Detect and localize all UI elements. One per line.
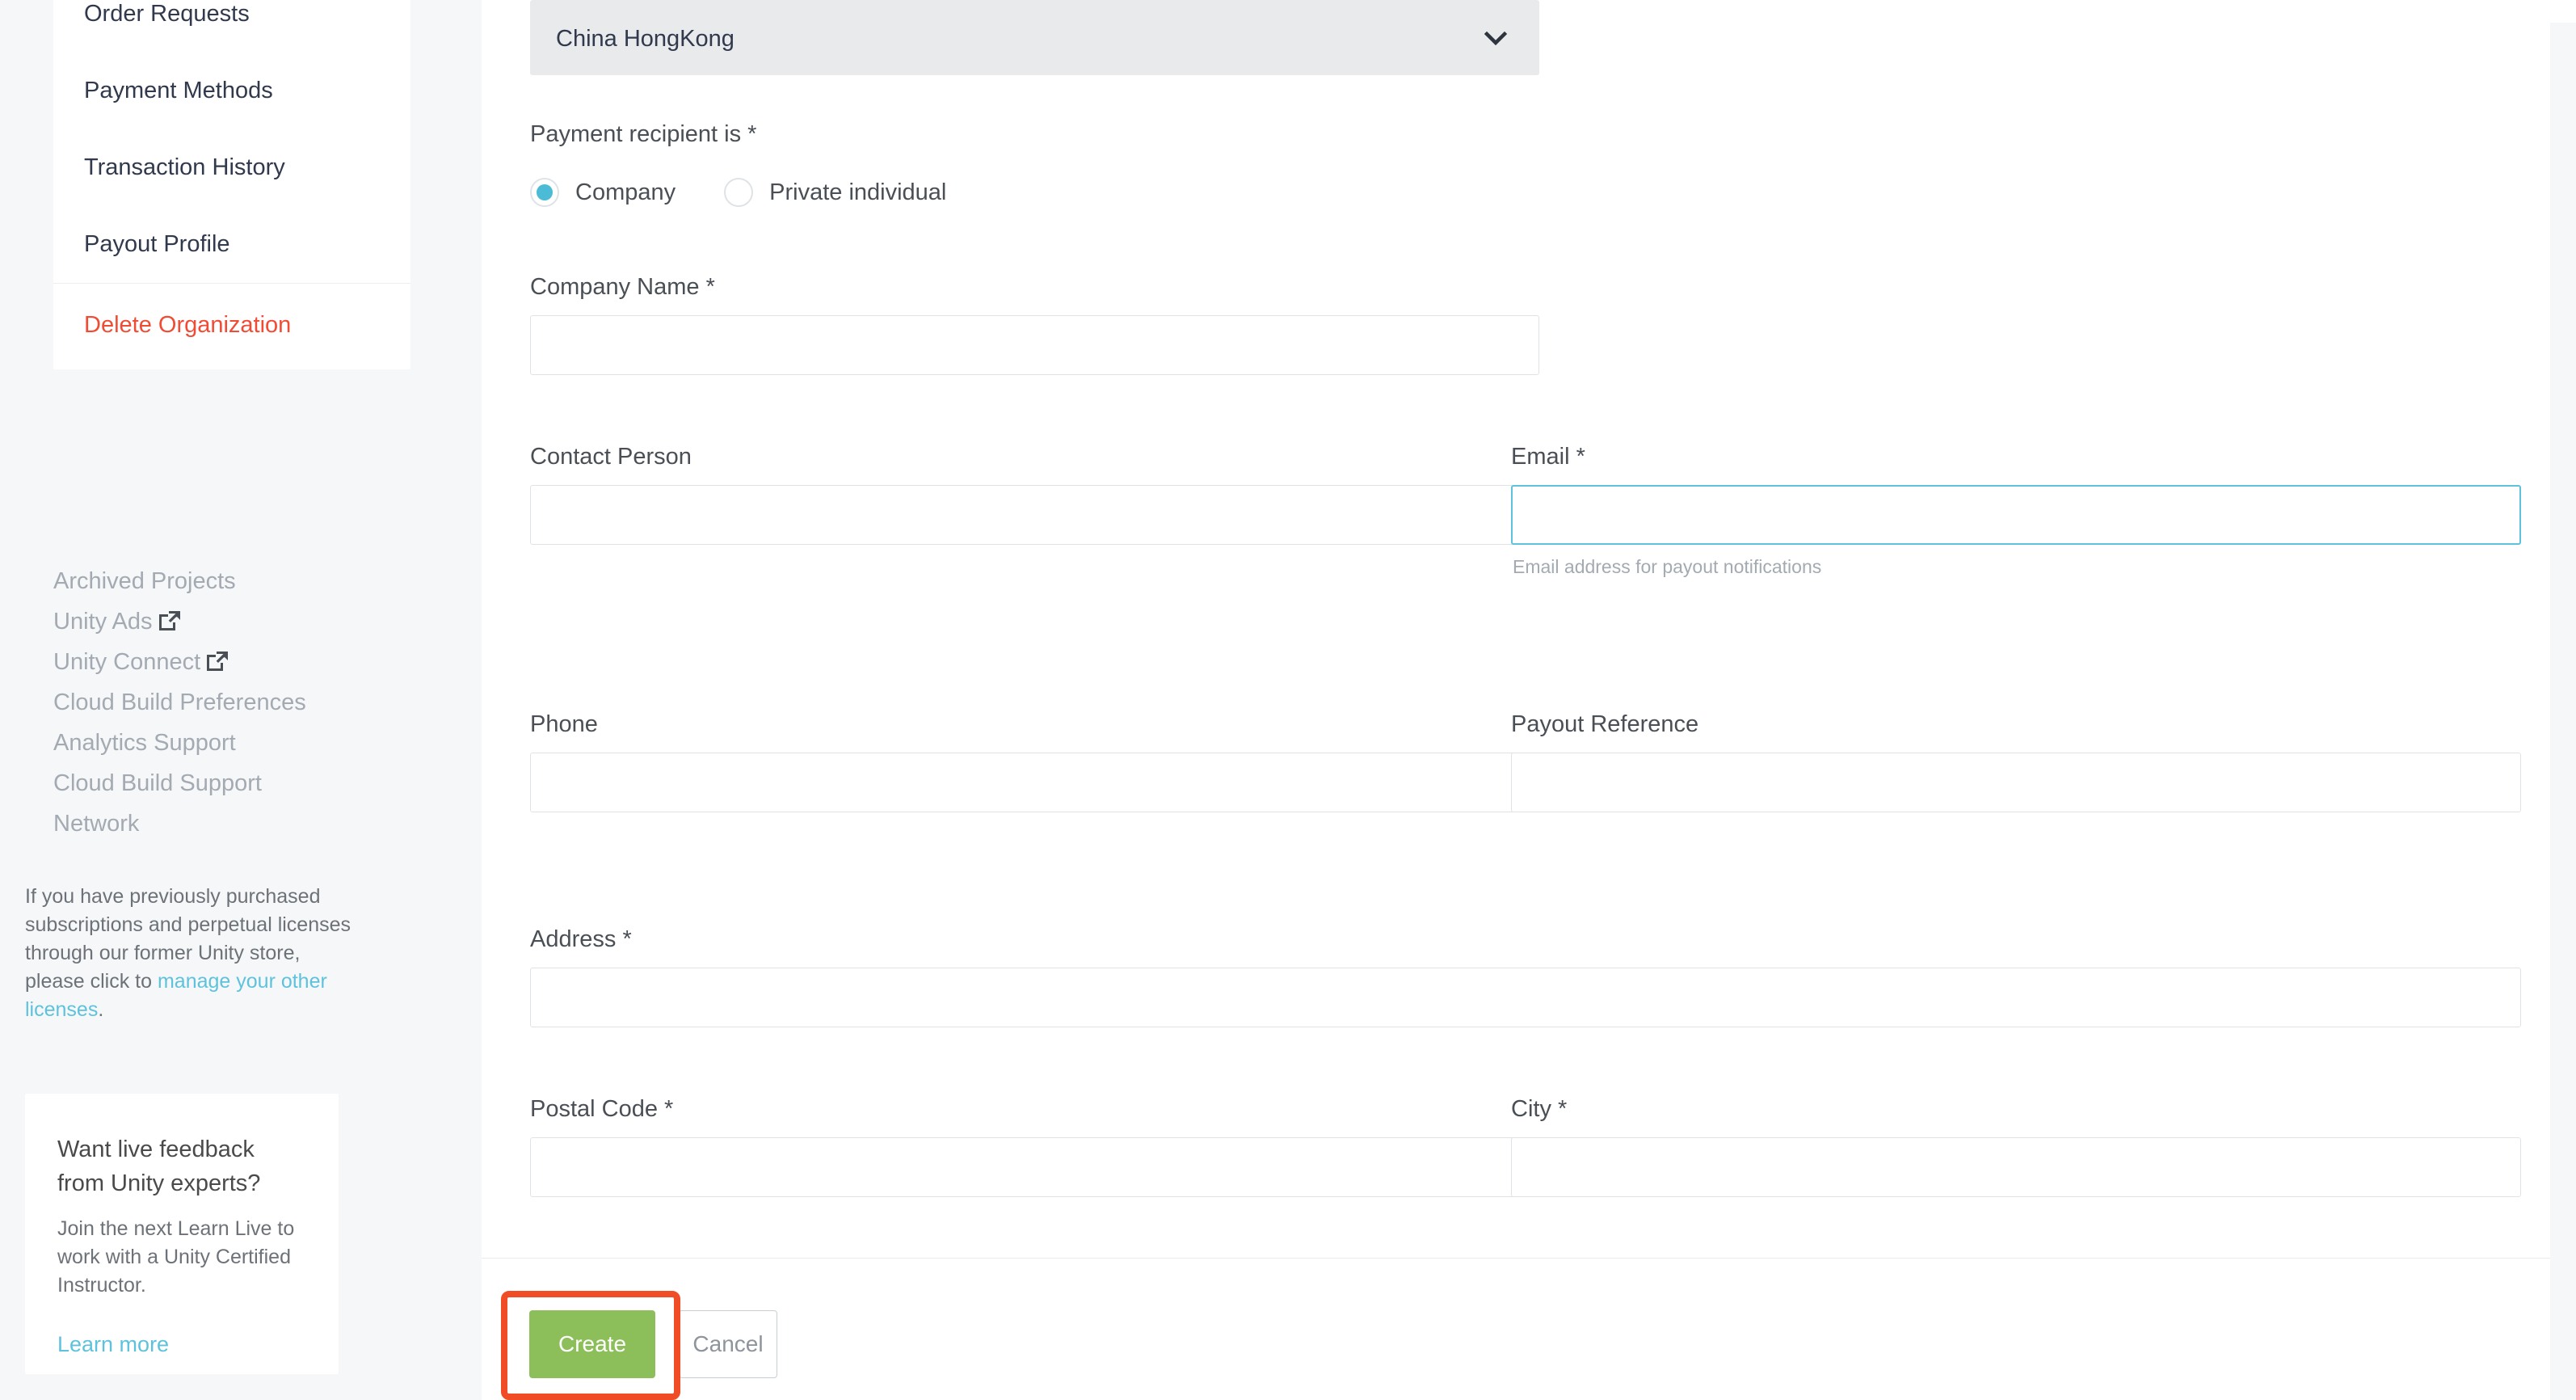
- city-input[interactable]: [1511, 1137, 2521, 1197]
- radio-option-company[interactable]: Company: [530, 178, 676, 207]
- sidebar-link-analytics-support[interactable]: Analytics Support: [53, 723, 425, 763]
- create-button[interactable]: Create: [529, 1310, 655, 1378]
- address-label: Address *: [530, 926, 632, 952]
- promo-body: Join the next Learn Live to work with a …: [57, 1217, 295, 1297]
- radio-option-private-individual[interactable]: Private individual: [724, 178, 946, 207]
- email-helper-text: Email address for payout notifications: [1513, 556, 1822, 577]
- radio-private-individual-indicator[interactable]: [724, 178, 754, 207]
- payment-recipient-radio-group: Company Private individual: [530, 178, 995, 207]
- payout-profile-form: China HongKong Payment recipient is * Co…: [482, 0, 2550, 1258]
- payment-recipient-label: Payment recipient is *: [530, 121, 757, 147]
- contact-person-label: Contact Person: [530, 444, 692, 470]
- learn-live-promo-card: Want live feedback from Unity experts? J…: [25, 1094, 339, 1374]
- company-name-label: Company Name *: [530, 274, 715, 300]
- postal-code-label: Postal Code *: [530, 1096, 674, 1122]
- page-root: Asset Store Credit Asset Management Orde…: [0, 0, 2576, 1400]
- sidebar-item-payment-methods[interactable]: Payment Methods: [53, 53, 410, 129]
- sidebar-link-label: Cloud Build Preferences: [53, 689, 306, 715]
- legacy-licenses-note: If you have previously purchased subscri…: [25, 883, 364, 1024]
- email-label: Email *: [1511, 444, 1585, 470]
- sidebar-link-cloud-build-support[interactable]: Cloud Build Support: [53, 763, 425, 803]
- company-name-input[interactable]: [530, 315, 1539, 375]
- payout-reference-input[interactable]: [1511, 753, 2521, 812]
- radio-company-indicator[interactable]: [530, 178, 559, 207]
- payout-profile-panel: China HongKong Payment recipient is * Co…: [482, 0, 2550, 1400]
- sidebar-link-archived-projects[interactable]: Archived Projects: [53, 561, 425, 601]
- sidebar-item-transaction-history[interactable]: Transaction History: [53, 129, 410, 206]
- postal-code-input[interactable]: [530, 1137, 1539, 1197]
- email-input[interactable]: [1511, 485, 2521, 545]
- sidebar-link-label: Unity Ads: [53, 609, 153, 635]
- org-nav-card: Asset Store Credit Asset Management Orde…: [53, 0, 410, 369]
- sidebar-link-unity-ads[interactable]: Unity Ads: [53, 601, 425, 642]
- legacy-note-period: .: [98, 998, 104, 1021]
- country-select-value: China HongKong: [556, 26, 734, 52]
- payout-reference-label: Payout Reference: [1511, 711, 1699, 737]
- address-input[interactable]: [530, 968, 2521, 1027]
- form-footer: [482, 1259, 2550, 1400]
- sidebar-link-label: Analytics Support: [53, 730, 236, 756]
- sidebar-link-label: Cloud Build Support: [53, 770, 262, 796]
- sidebar-link-label: Unity Connect: [53, 649, 201, 675]
- sidebar-link-label: Network: [53, 811, 140, 837]
- phone-input[interactable]: [530, 753, 1539, 812]
- contact-person-input[interactable]: [530, 485, 1539, 545]
- sidebar-item-order-requests[interactable]: Order Requests: [53, 0, 410, 53]
- cancel-button[interactable]: Cancel: [679, 1310, 777, 1378]
- phone-label: Phone: [530, 711, 598, 737]
- city-label: City *: [1511, 1096, 1568, 1122]
- sidebar-item-payout-profile[interactable]: Payout Profile: [53, 206, 410, 283]
- sidebar-link-cloud-build-preferences[interactable]: Cloud Build Preferences: [53, 682, 425, 723]
- sidebar-link-network[interactable]: Network: [53, 803, 425, 844]
- sidebar: Asset Store Credit Asset Management Orde…: [0, 0, 482, 1400]
- sidebar-secondary-links: Archived Projects Unity Ads Unity Connec…: [53, 561, 425, 844]
- sidebar-link-unity-connect[interactable]: Unity Connect: [53, 642, 425, 682]
- country-select[interactable]: China HongKong: [530, 0, 1539, 75]
- sidebar-item-delete-organization[interactable]: Delete Organization: [53, 284, 410, 369]
- chevron-down-icon: [1481, 24, 1510, 53]
- external-link-icon: [158, 611, 180, 630]
- sidebar-link-label: Archived Projects: [53, 568, 236, 594]
- promo-learn-more-link[interactable]: Learn more: [57, 1334, 169, 1356]
- radio-private-individual-label: Private individual: [769, 179, 947, 205]
- radio-company-label: Company: [575, 179, 676, 205]
- promo-title: Want live feedback from Unity experts?: [57, 1136, 261, 1196]
- org-nav-list: Asset Store Credit Asset Management Orde…: [53, 0, 410, 283]
- external-link-icon: [207, 652, 229, 671]
